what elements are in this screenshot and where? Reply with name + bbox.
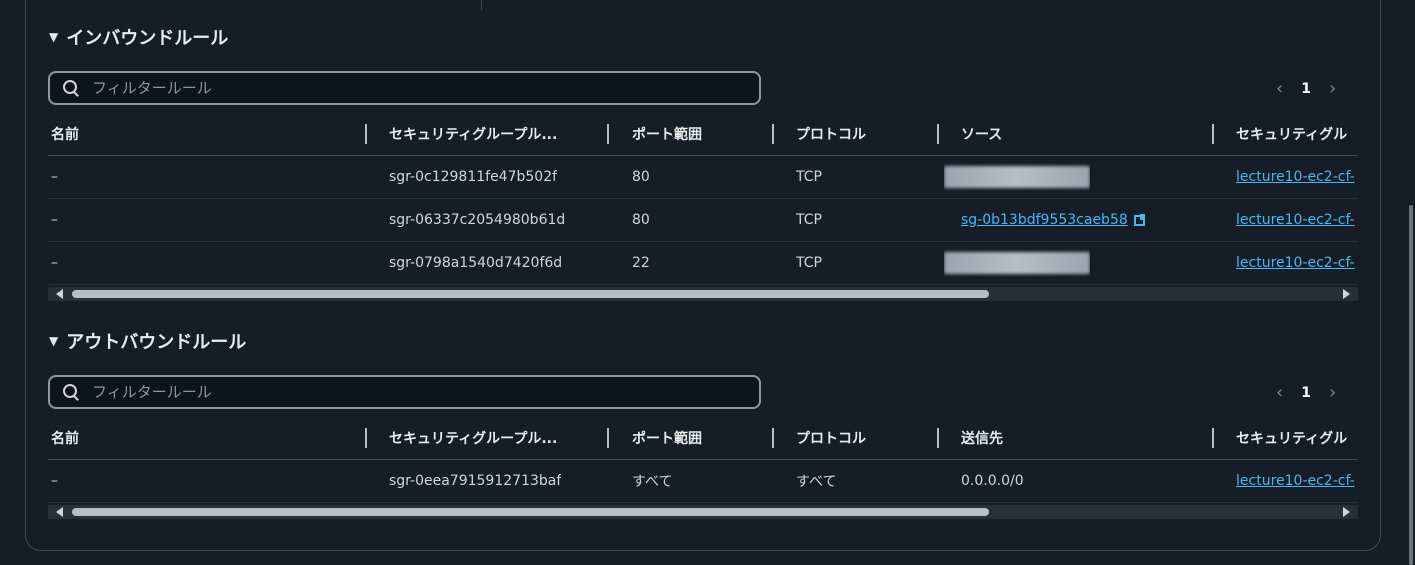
rule-name: –: [51, 169, 58, 185]
inbound-current-page[interactable]: 1: [1301, 81, 1311, 97]
rule-id: sgr-0eea7915912713baf: [389, 473, 562, 489]
outbound-filter-field[interactable]: [48, 375, 761, 409]
column-resizer[interactable]: [937, 428, 939, 448]
outbound-table-header: 名前 セキュリティグループル... ポート範囲 プロトコル 送信先 セキュリティ…: [48, 417, 1358, 460]
rule-id: sgr-0c129811fe47b502f: [389, 169, 558, 185]
table-row: – sgr-06337c2054980b61d 80 TCP sg-0b13bd…: [48, 199, 1358, 242]
inbound-pagination: ‹ 1 ›: [1276, 78, 1336, 99]
column-header-name[interactable]: 名前: [51, 113, 79, 155]
column-resizer[interactable]: [772, 124, 774, 144]
chevron-right-icon[interactable]: ›: [1329, 382, 1336, 403]
security-group-link-text[interactable]: lecture10-ec2-cf-: [1236, 255, 1355, 271]
rule-name: –: [51, 212, 58, 228]
chevron-left-icon[interactable]: ‹: [1276, 382, 1283, 403]
inbound-rules-title: インバウンドルール: [66, 28, 229, 49]
outbound-current-page[interactable]: 1: [1301, 385, 1311, 401]
source-link-text[interactable]: sg-0b13bdf9553caeb58: [961, 212, 1128, 228]
redacted-block: [944, 252, 1090, 274]
column-resizer[interactable]: [772, 428, 774, 448]
column-resizer[interactable]: [365, 124, 367, 144]
source-redacted: [944, 156, 1090, 198]
rule-name: –: [51, 473, 58, 489]
destination: 0.0.0.0/0: [961, 473, 1024, 489]
column-header-port-range[interactable]: ポート範囲: [632, 417, 702, 459]
column-resizer[interactable]: [937, 124, 939, 144]
security-group-link-text[interactable]: lecture10-ec2-cf-: [1236, 169, 1355, 185]
page-scrollbar-thumb[interactable]: [1409, 205, 1413, 565]
protocol: TCP: [796, 212, 822, 228]
scrollbar-thumb[interactable]: [72, 508, 989, 516]
outbound-rules-title: アウトバウンドルール: [66, 332, 247, 353]
security-group-link[interactable]: lecture10-ec2-cf-: [1236, 199, 1358, 241]
column-header-protocol[interactable]: プロトコル: [796, 417, 866, 459]
column-header-rule-id[interactable]: セキュリティグループル...: [389, 417, 557, 459]
column-header-security-group[interactable]: セキュリティグル: [1236, 113, 1358, 155]
column-header-rule-id[interactable]: セキュリティグループル...: [389, 113, 557, 155]
port-range: 80: [632, 212, 650, 228]
port-range: すべて: [632, 474, 673, 490]
port-range: 22: [632, 255, 650, 271]
rule-id: sgr-06337c2054980b61d: [389, 212, 566, 228]
search-icon: [62, 383, 80, 401]
protocol: TCP: [796, 169, 822, 185]
column-resizer[interactable]: [607, 428, 609, 448]
port-range: 80: [632, 169, 650, 185]
column-header-destination[interactable]: 送信先: [961, 417, 1003, 459]
protocol: すべて: [796, 474, 837, 490]
outbound-rules-toggle[interactable]: ▼ アウトバウンドルール: [49, 328, 246, 354]
outbound-pagination: ‹ 1 ›: [1276, 382, 1336, 403]
column-resizer[interactable]: [607, 124, 609, 144]
column-header-security-group[interactable]: セキュリティグル: [1236, 417, 1358, 459]
column-resizer[interactable]: [1212, 428, 1214, 448]
scroll-right-icon[interactable]: [1343, 507, 1350, 517]
security-group-link-text[interactable]: lecture10-ec2-cf-: [1236, 212, 1355, 228]
scroll-right-icon[interactable]: [1343, 289, 1350, 299]
scroll-left-icon[interactable]: [56, 289, 63, 299]
column-resizer[interactable]: [365, 428, 367, 448]
chevron-left-icon[interactable]: ‹: [1276, 78, 1283, 99]
inbound-filter-field[interactable]: [48, 71, 761, 105]
table-row: – sgr-0798a1540d7420f6d 22 TCP lecture10…: [48, 242, 1358, 285]
column-header-port-range[interactable]: ポート範囲: [632, 113, 702, 155]
column-header-protocol[interactable]: プロトコル: [796, 113, 866, 155]
outbound-filter-input[interactable]: [90, 382, 694, 402]
source-link[interactable]: sg-0b13bdf9553caeb58: [961, 199, 1145, 241]
search-icon: [62, 79, 80, 97]
security-group-link[interactable]: lecture10-ec2-cf-: [1236, 156, 1358, 198]
table-row: – sgr-0eea7915912713baf すべて すべて 0.0.0.0/…: [48, 460, 1358, 503]
rule-name: –: [51, 255, 58, 271]
page-scrollbar[interactable]: [1407, 0, 1415, 565]
scroll-left-icon[interactable]: [56, 507, 63, 517]
inbound-horizontal-scrollbar[interactable]: [48, 287, 1358, 301]
column-header-source[interactable]: ソース: [961, 113, 1002, 155]
outbound-horizontal-scrollbar[interactable]: [48, 505, 1358, 519]
inbound-filter-input[interactable]: [90, 78, 694, 98]
redacted-block: [944, 166, 1090, 188]
external-link-icon[interactable]: [1133, 213, 1145, 226]
caret-down-icon: ▼: [49, 30, 59, 44]
inbound-table-header: 名前 セキュリティグループル... ポート範囲 プロトコル ソース セキュリティ…: [48, 113, 1358, 156]
security-group-link[interactable]: lecture10-ec2-cf-: [1236, 242, 1358, 284]
inbound-rules-toggle[interactable]: ▼ インバウンドルール: [49, 24, 228, 50]
caret-down-icon: ▼: [49, 334, 59, 348]
security-group-link-text[interactable]: lecture10-ec2-cf-: [1236, 473, 1355, 489]
security-group-link[interactable]: lecture10-ec2-cf-: [1236, 460, 1358, 502]
source-redacted: [944, 242, 1090, 284]
column-resizer[interactable]: [1212, 124, 1214, 144]
protocol: TCP: [796, 255, 822, 271]
table-row: – sgr-0c129811fe47b502f 80 TCP lecture10…: [48, 156, 1358, 199]
scrollbar-thumb[interactable]: [72, 290, 989, 298]
rule-id: sgr-0798a1540d7420f6d: [389, 255, 563, 271]
chevron-right-icon[interactable]: ›: [1329, 78, 1336, 99]
column-header-name[interactable]: 名前: [51, 417, 79, 459]
divider: [481, 0, 482, 10]
